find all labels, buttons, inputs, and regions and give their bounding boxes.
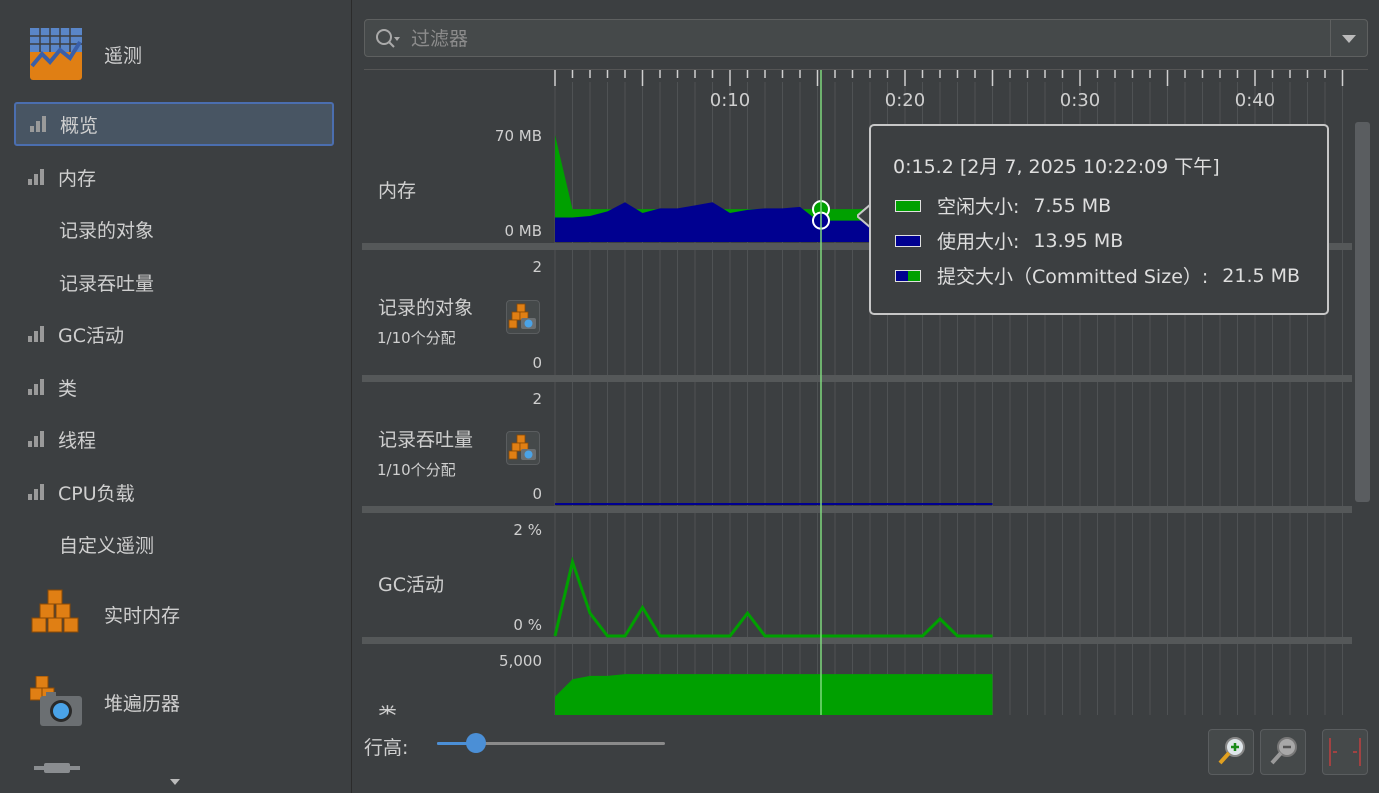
sidebar-item-recorded-objects[interactable]: 记录的对象 — [14, 207, 334, 251]
vertical-scrollbar[interactable] — [1355, 122, 1370, 502]
y-axis-min: 0 — [532, 354, 542, 372]
fit-to-window-button[interactable] — [1322, 729, 1368, 775]
zoom-out-button[interactable] — [1260, 729, 1306, 775]
bar-chart-icon — [28, 326, 44, 342]
sidebar: 遥测 概览 内存 记录的对象 记录吞吐量 GC活动类线程 CPU负载 自定义遥测 实时内存 … — [0, 0, 352, 793]
boxes-icon — [31, 589, 79, 633]
row-label-gc-activity: GC活动 — [378, 574, 444, 596]
sidebar-item-classes[interactable]: 类 — [14, 365, 334, 409]
tooltip-entry-label: 使用大小: — [937, 231, 1020, 253]
sidebar-item-label: 概览 — [60, 114, 99, 137]
zoom-in-icon — [1218, 737, 1245, 765]
heap-camera-icon — [30, 676, 82, 726]
y-axis-max: 2 — [532, 390, 542, 408]
row-separator — [362, 375, 1352, 382]
search-icon[interactable] — [375, 28, 401, 50]
telemetry-label: 遥测 — [104, 44, 143, 67]
sidebar-item-gc-activity[interactable]: GC活动 — [14, 312, 334, 356]
sidebar-item-label: 类 — [58, 377, 78, 400]
tooltip-entry-label: 空闲大小: — [937, 196, 1020, 218]
row-label-recorded-objects: 记录的对象 — [378, 297, 474, 319]
heap-walker-section[interactable]: 堆遍历器 — [0, 667, 351, 737]
sidebar-item-label: 记录吞吐量 — [59, 272, 155, 295]
y-axis-max: 70 MB — [494, 127, 542, 145]
y-axis-max: 2 — [532, 258, 542, 276]
telemetry-icon — [30, 28, 82, 80]
sidebar-item-label: 线程 — [58, 429, 97, 452]
tooltip-entry-value: 21.5 MB — [1222, 264, 1301, 287]
sidebar-item-overview[interactable]: 概览 — [14, 102, 334, 146]
row-sublabel: 1/10个分配 — [377, 329, 456, 347]
filter-input[interactable] — [409, 24, 1313, 54]
committed-swatch — [895, 269, 921, 282]
time-tick-label: 0:40 — [1234, 90, 1276, 111]
tooltip-entry-used: 使用大小: 13.95 MB — [895, 227, 1123, 254]
bar-chart-icon — [28, 169, 44, 185]
fit-width-icon — [1329, 738, 1361, 766]
y-axis-min: 0 % — [513, 616, 542, 634]
sidebar-item-cpu-load[interactable]: CPU负载 — [14, 470, 334, 514]
tooltip-entry-label: 提交大小（Committed Size）: — [937, 266, 1209, 288]
sidebar-item-label: GC活动 — [58, 324, 124, 347]
cable-icon — [34, 763, 80, 773]
tooltip-entry-committed: 提交大小（Committed Size）: 21.5 MB — [895, 262, 1300, 289]
bar-chart-icon — [30, 116, 46, 132]
tooltip-entry-value: 7.55 MB — [1033, 194, 1112, 217]
sidebar-item-label: 记录的对象 — [59, 219, 155, 242]
y-axis-max: 2 % — [513, 521, 542, 539]
y-axis-max: 5,000 — [499, 652, 542, 670]
filter-field[interactable] — [364, 19, 1368, 57]
row-separator — [362, 506, 1352, 513]
row-height-label: 行高: — [364, 737, 409, 759]
y-axis-min: 0 MB — [504, 222, 542, 240]
sidebar-item-memory[interactable]: 内存 — [14, 155, 334, 199]
memory-tooltip: 0:15.2 [2月 7, 2025 10:22:09 下午] 空闲大小: 7.… — [869, 124, 1329, 315]
zoom-in-button[interactable] — [1208, 729, 1254, 775]
tooltip-time: 0:15.2 [2月 7, 2025 10:22:09 下午] — [893, 156, 1220, 178]
bar-chart-icon — [28, 379, 44, 395]
row-label-recorded-throughput: 记录吞吐量 — [378, 429, 474, 451]
classes-area — [555, 674, 993, 715]
row-separator — [362, 637, 1352, 644]
tooltip-entry-free: 空闲大小: 7.55 MB — [895, 192, 1111, 219]
main-panel: 0:10 0:20 0:30 0:40 内存 70 MB 0 MB 记录的对象 1/10个分配… — [352, 0, 1379, 793]
sidebar-item-recorded-throughput[interactable]: 记录吞吐量 — [14, 260, 334, 304]
heap-snapshot-button[interactable] — [506, 300, 540, 334]
sidebar-item-label: CPU负载 — [58, 482, 135, 505]
boxes-camera-icon — [508, 434, 536, 460]
live-memory-section[interactable]: 实时内存 — [0, 579, 351, 649]
bar-chart-icon — [28, 484, 44, 500]
row-sublabel: 1/10个分配 — [377, 461, 456, 479]
heap-walker-label: 堆遍历器 — [104, 692, 181, 715]
telemetry-section[interactable]: 遥测 — [0, 19, 351, 89]
row-label-memory: 内存 — [378, 180, 417, 202]
sidebar-item-label: 自定义遥测 — [59, 534, 155, 557]
free-swatch — [895, 199, 921, 212]
bottom-toolbar: 行高: — [352, 715, 1379, 793]
used-swatch — [895, 234, 921, 247]
gc-activity-line — [553, 556, 993, 638]
bar-chart-icon — [28, 431, 44, 447]
time-tick-label: 0:30 — [1059, 90, 1101, 111]
tooltip-entry-value: 13.95 MB — [1033, 229, 1124, 252]
row-height-slider-thumb[interactable] — [466, 733, 486, 753]
time-tick-label: 0:20 — [884, 90, 926, 111]
sidebar-item-custom-telemetry[interactable]: 自定义遥测 — [14, 522, 334, 566]
y-axis-min: 0 — [532, 485, 542, 503]
boxes-camera-icon — [508, 303, 536, 329]
expand-more-icon[interactable] — [170, 779, 180, 785]
heap-snapshot-button[interactable] — [506, 431, 540, 465]
live-memory-label: 实时内存 — [104, 604, 181, 627]
filter-dropdown-button[interactable] — [1330, 20, 1367, 56]
sidebar-item-threads[interactable]: 线程 — [14, 417, 334, 461]
sidebar-item-label: 内存 — [58, 167, 97, 190]
dropdown-arrow-icon — [1342, 35, 1356, 43]
time-tick-label: 0:10 — [709, 90, 751, 111]
zoom-out-icon — [1270, 737, 1297, 765]
